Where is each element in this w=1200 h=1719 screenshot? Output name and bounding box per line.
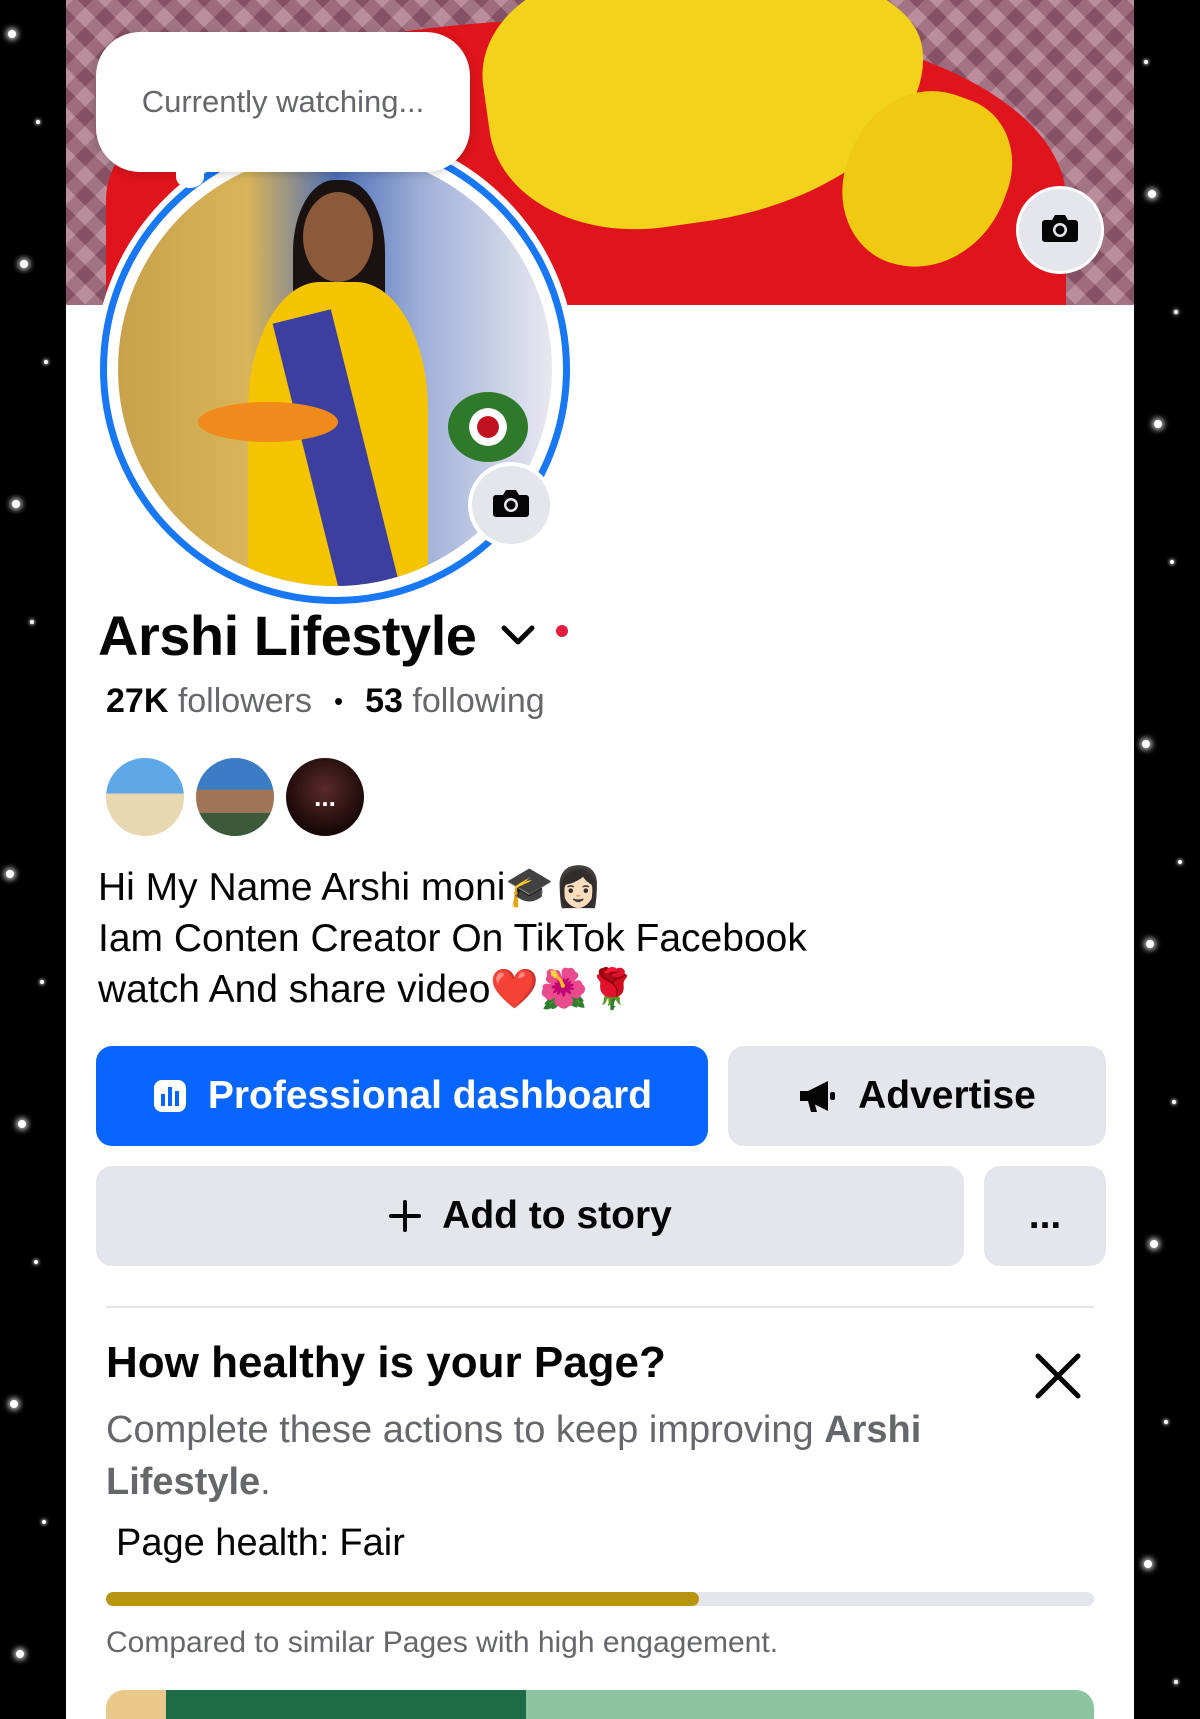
page-health-value: Fair bbox=[339, 1522, 405, 1564]
advertise-label: Advertise bbox=[858, 1074, 1036, 1117]
follower-avatar[interactable] bbox=[194, 756, 276, 838]
page-health-note: Compared to similar Pages with high enga… bbox=[106, 1626, 779, 1659]
stats-separator: • bbox=[334, 686, 344, 716]
status-bubble[interactable]: Currently watching... bbox=[96, 32, 470, 172]
profile-name-row: Arshi Lifestyle bbox=[98, 600, 569, 670]
page-health-description: Complete these actions to keep improving… bbox=[106, 1409, 922, 1503]
follow-stats: 27K followers • 53 following bbox=[106, 682, 545, 721]
bio-line: Iam Conten Creator On TikTok Facebook bbox=[98, 917, 807, 960]
page-health-status: Page health: Fair bbox=[106, 1522, 405, 1565]
plus-icon bbox=[388, 1199, 422, 1233]
camera-icon bbox=[492, 487, 530, 524]
following-link[interactable]: 53 following bbox=[365, 682, 545, 721]
follower-avatar-more[interactable]: ... bbox=[284, 756, 366, 838]
profile-name: Arshi Lifestyle bbox=[98, 603, 477, 667]
dashboard-chart-icon bbox=[152, 1078, 188, 1114]
notification-dot bbox=[556, 625, 569, 637]
profile-bio: Hi My Name Arshi moni🎓👩🏻 Iam Conten Crea… bbox=[98, 862, 807, 1015]
followers-link[interactable]: 27K followers bbox=[106, 682, 312, 721]
page-health-progress-fill bbox=[106, 1592, 699, 1606]
chevron-down-icon[interactable] bbox=[498, 615, 538, 655]
edit-profile-picture-button[interactable] bbox=[468, 462, 554, 548]
bio-line: watch And share video❤️🌺🌹 bbox=[98, 968, 637, 1011]
page-health-title: How healthy is your Page? bbox=[106, 1338, 666, 1387]
next-card-preview[interactable] bbox=[106, 1690, 1094, 1719]
profile-panel: Currently watching... Arshi Lifestyle 27… bbox=[66, 0, 1134, 1719]
left-background-strip bbox=[0, 0, 66, 1719]
status-text: Currently watching... bbox=[141, 84, 425, 119]
bio-line: Hi My Name Arshi moni🎓👩🏻 bbox=[98, 866, 603, 909]
megaphone-icon bbox=[798, 1078, 838, 1114]
professional-dashboard-label: Professional dashboard bbox=[207, 1074, 653, 1117]
more-options-button[interactable]: ... bbox=[984, 1166, 1106, 1266]
professional-dashboard-button[interactable]: Professional dashboard bbox=[96, 1046, 708, 1146]
right-background-strip bbox=[1134, 0, 1200, 1719]
more-dots-icon: ... bbox=[1028, 1194, 1062, 1237]
add-to-story-label: Add to story bbox=[442, 1194, 672, 1237]
more-dots-icon: ... bbox=[314, 781, 336, 812]
section-divider bbox=[106, 1306, 1094, 1308]
page-health-progress-bar bbox=[106, 1592, 1094, 1606]
close-icon[interactable] bbox=[1032, 1350, 1084, 1402]
add-to-story-button[interactable]: Add to story bbox=[96, 1166, 964, 1266]
page-health-label: Page health: bbox=[116, 1522, 330, 1564]
follower-avatars[interactable]: ... bbox=[104, 756, 374, 838]
status-bubble-tail bbox=[176, 166, 204, 188]
camera-icon bbox=[1041, 212, 1079, 249]
advertise-button[interactable]: Advertise bbox=[728, 1046, 1106, 1146]
edit-cover-camera-button[interactable] bbox=[1016, 186, 1104, 274]
follower-avatar[interactable] bbox=[104, 756, 186, 838]
